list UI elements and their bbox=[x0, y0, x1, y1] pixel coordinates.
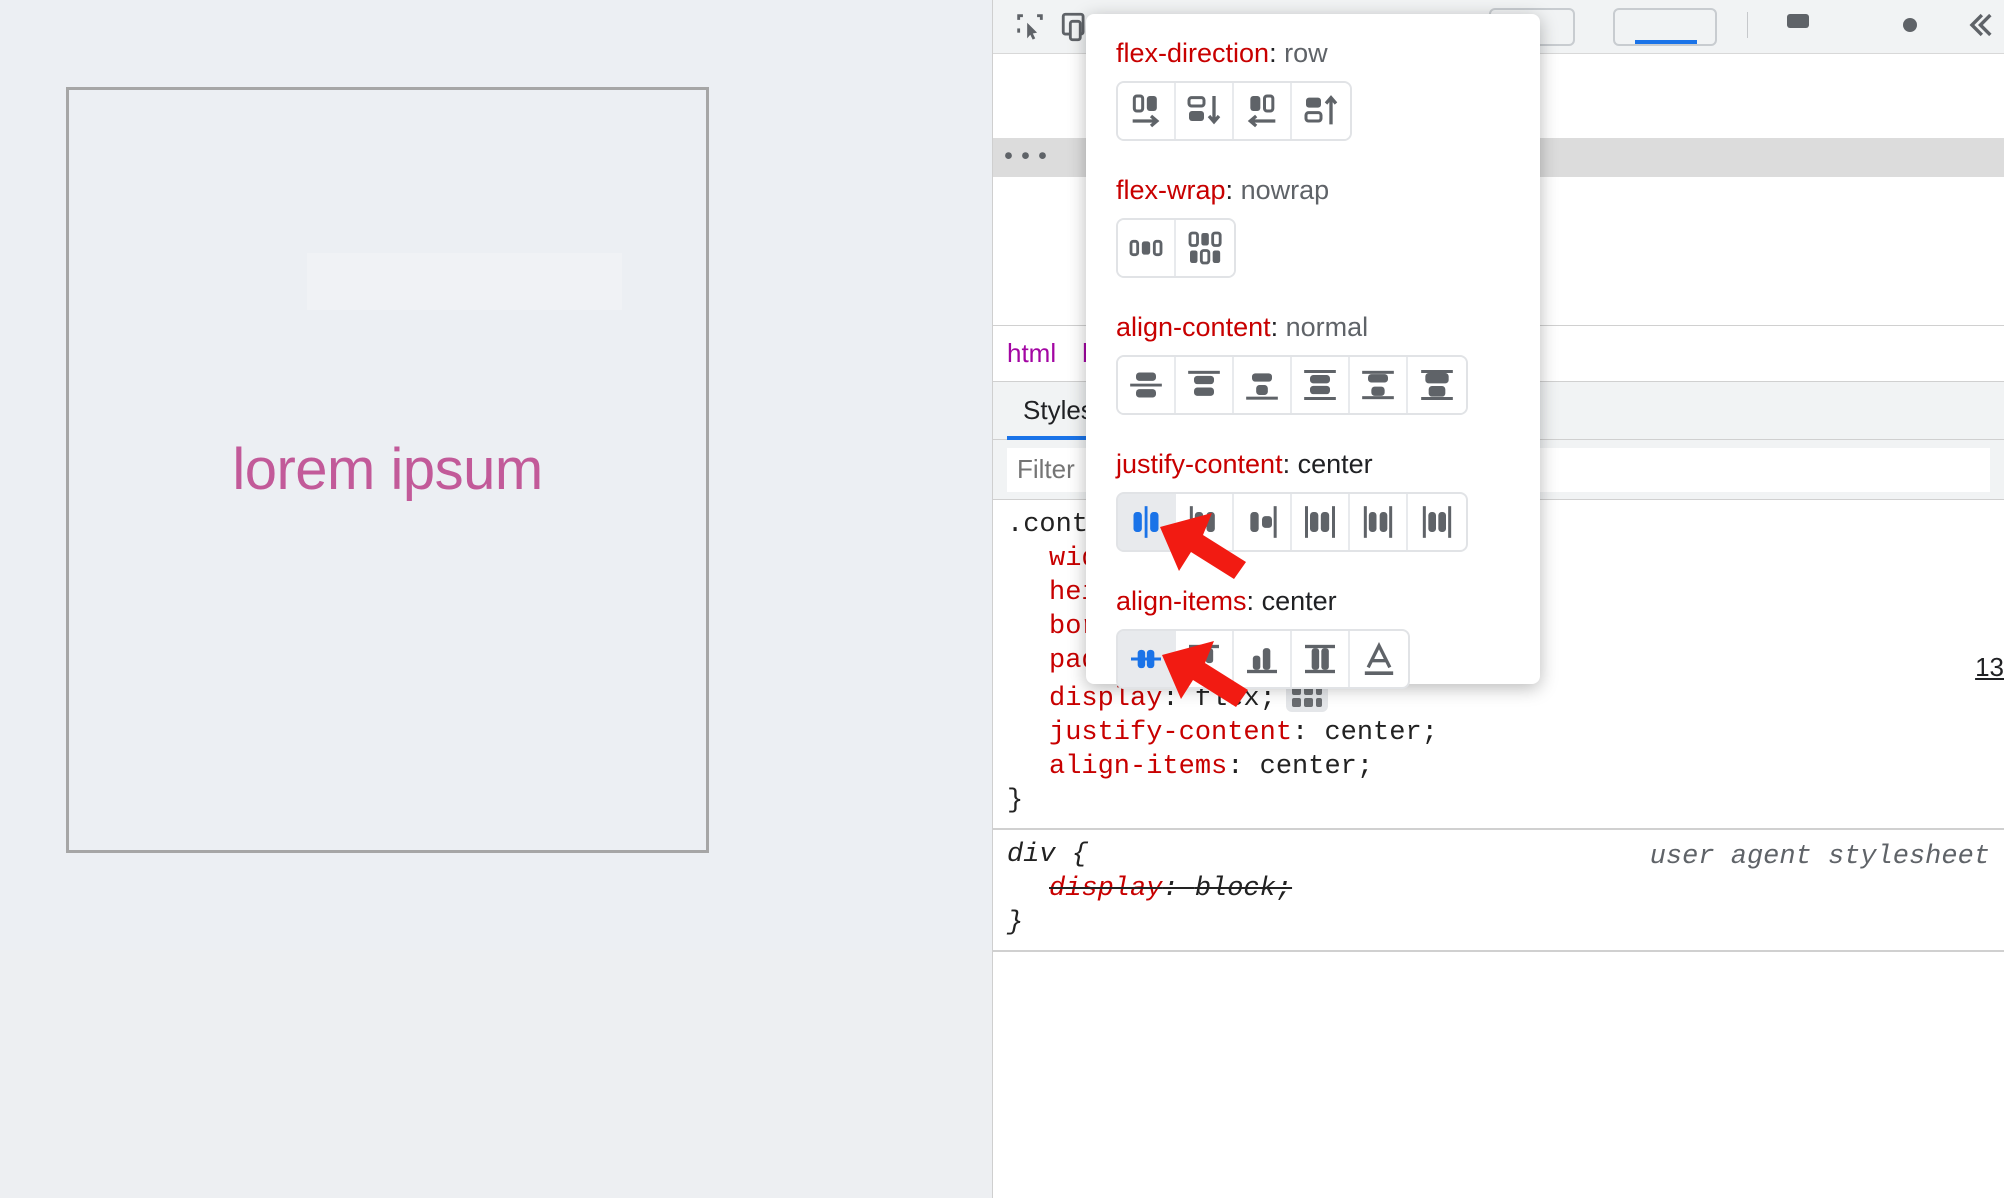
css-rule-user-agent: div { user agent stylesheet display: blo… bbox=[993, 830, 2004, 950]
css-declaration-overridden: display: block; bbox=[1049, 874, 1293, 904]
align-content-space-around-icon[interactable] bbox=[1350, 357, 1408, 413]
flex-wrap-nowrap-icon[interactable] bbox=[1118, 220, 1176, 276]
flex-direction-row-reverse-icon[interactable] bbox=[1234, 83, 1292, 139]
align-content-value: normal bbox=[1285, 312, 1369, 342]
css-declaration[interactable]: justify-content: center; bbox=[1007, 716, 2004, 750]
screenshot-root: lorem ipsum Elements bbox=[0, 0, 2004, 1198]
css-property-name[interactable]: justify-content bbox=[1049, 718, 1292, 748]
flex-direction-column-reverse-icon[interactable] bbox=[1292, 83, 1350, 139]
align-items-label: align-items: center bbox=[1116, 586, 1540, 617]
flex-container-element[interactable]: lorem ipsum bbox=[66, 87, 709, 853]
align-items-baseline-icon[interactable] bbox=[1350, 631, 1408, 687]
flex-wrap-buttons[interactable] bbox=[1116, 218, 1236, 278]
align-content-prop-name: align-content bbox=[1116, 312, 1271, 342]
align-content-flex-start-icon[interactable] bbox=[1176, 357, 1234, 413]
flex-direction-label: flex-direction: row bbox=[1116, 38, 1540, 69]
ghost-toolbar-active-underline bbox=[1635, 40, 1697, 44]
align-content-label: align-content: normal bbox=[1116, 312, 1540, 343]
user-agent-stylesheet-label: user agent stylesheet bbox=[1649, 842, 1990, 872]
align-content-stretch-icon[interactable] bbox=[1408, 357, 1466, 413]
css-declaration[interactable]: align-items: center; bbox=[1007, 750, 2004, 784]
colon-3: : bbox=[1270, 312, 1279, 342]
align-content-center-icon[interactable] bbox=[1118, 357, 1176, 413]
flex-wrap-value: nowrap bbox=[1240, 175, 1330, 205]
align-content-section: align-content: normal bbox=[1116, 312, 1540, 415]
justify-content-space-evenly-icon[interactable] bbox=[1408, 494, 1466, 550]
flex-direction-section: flex-direction: row bbox=[1116, 38, 1540, 141]
flex-wrap-section: flex-wrap: nowrap bbox=[1116, 175, 1540, 278]
justify-content-value: center bbox=[1297, 449, 1373, 479]
dom-row-more-icon[interactable]: ••• bbox=[1001, 138, 1052, 177]
browser-page-viewport: lorem ipsum bbox=[0, 0, 992, 1198]
colon-1: : bbox=[1269, 38, 1277, 68]
flex-direction-column-icon[interactable] bbox=[1176, 83, 1234, 139]
flex-wrap-wrap-icon[interactable] bbox=[1176, 220, 1234, 276]
flex-wrap-prop-name: flex-wrap bbox=[1116, 175, 1226, 205]
align-content-buttons[interactable] bbox=[1116, 355, 1468, 415]
arrow-pointing-align-items-center bbox=[1162, 641, 1248, 707]
css-property-name: display bbox=[1049, 874, 1163, 904]
css-rule-divider-2 bbox=[993, 950, 2004, 952]
align-items-prop-name: align-items bbox=[1116, 586, 1247, 616]
justify-content-prop-name: justify-content bbox=[1116, 449, 1283, 479]
ghost-toolbar-icon-3[interactable] bbox=[1787, 14, 1809, 28]
flex-wrap-label: flex-wrap: nowrap bbox=[1116, 175, 1540, 206]
toolbar-divider-2 bbox=[1747, 12, 1748, 38]
flex-direction-buttons[interactable] bbox=[1116, 81, 1352, 141]
flex-direction-row-icon[interactable] bbox=[1118, 83, 1176, 139]
arrow-pointing-justify-content-center bbox=[1160, 513, 1246, 579]
ghost-toolbar-icon-4[interactable] bbox=[1903, 18, 1917, 32]
css-rule-close-brace: } bbox=[1007, 908, 1024, 938]
colon-5: : bbox=[1246, 586, 1255, 616]
style-source-link[interactable]: 13 bbox=[1975, 652, 2004, 683]
align-content-space-between-icon[interactable] bbox=[1292, 357, 1350, 413]
double-chevron-left-icon[interactable] bbox=[1962, 8, 1996, 42]
css-property-value[interactable]: center; bbox=[1324, 718, 1437, 748]
colon-4: : bbox=[1282, 449, 1291, 479]
flex-direction-prop-name: flex-direction bbox=[1116, 38, 1270, 68]
justify-content-label: justify-content: center bbox=[1116, 449, 1540, 480]
devtools-element-highlight bbox=[307, 253, 622, 310]
css-property-name[interactable]: align-items bbox=[1049, 752, 1227, 782]
css-property-value[interactable]: center; bbox=[1260, 752, 1373, 782]
colon-2: : bbox=[1225, 175, 1234, 205]
css-rule-close-brace: } bbox=[1007, 786, 1024, 816]
justify-content-space-between-icon[interactable] bbox=[1292, 494, 1350, 550]
align-items-value: center bbox=[1261, 586, 1337, 616]
breadcrumb-item-html[interactable]: html bbox=[1007, 338, 1056, 369]
page-heading: lorem ipsum bbox=[232, 437, 543, 502]
flex-direction-value: row bbox=[1284, 38, 1328, 68]
viewport-lower-band bbox=[0, 950, 992, 1198]
align-content-flex-end-icon[interactable] bbox=[1234, 357, 1292, 413]
justify-content-space-around-icon[interactable] bbox=[1350, 494, 1408, 550]
align-items-stretch-icon[interactable] bbox=[1292, 631, 1350, 687]
inspect-element-icon[interactable] bbox=[1007, 7, 1053, 47]
css-property-value: block; bbox=[1194, 874, 1293, 904]
